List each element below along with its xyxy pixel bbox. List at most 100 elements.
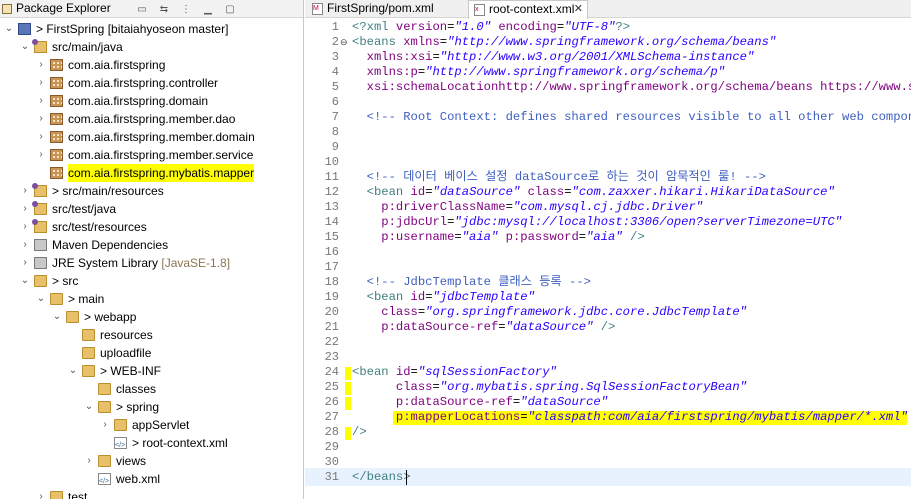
chevron-right-icon[interactable]: › <box>84 452 94 470</box>
folder-icon <box>50 491 63 499</box>
package-explorer-icon <box>2 4 12 14</box>
tab-root-context-xml[interactable]: x root-context.xml ✕ <box>468 0 588 19</box>
package-explorer-panel: Package Explorer ▭ ⇆ ⋮ ▁ ▢ ⌄ > FirstSprin… <box>0 0 304 499</box>
xml-file-icon: x <box>474 4 485 16</box>
tab-pom-xml[interactable]: M FirstSpring/pom.xml <box>307 0 465 18</box>
view-menu-icon[interactable]: ⋮ <box>178 2 194 16</box>
chevron-right-icon[interactable]: › <box>36 128 46 146</box>
code-line[interactable]: p:username="aia" p:password="aia" /> <box>352 228 644 246</box>
package-icon <box>50 149 63 161</box>
tree-item[interactable]: › > src/main/resources <box>0 182 303 200</box>
chevron-right-icon[interactable]: › <box>36 488 46 499</box>
folder-icon <box>82 329 95 341</box>
code-line[interactable]: <!-- Root Context: defines shared resour… <box>352 108 911 126</box>
line-number: 31 <box>324 470 339 484</box>
tree-item[interactable]: › src/test/resources <box>0 218 303 236</box>
chevron-right-icon[interactable]: › <box>36 92 46 110</box>
chevron-right-icon[interactable]: › <box>36 56 46 74</box>
tree-item[interactable]: ⌄ > main <box>0 290 303 308</box>
chevron-right-icon[interactable]: › <box>36 74 46 92</box>
chevron-down-icon[interactable]: ⌄ <box>36 290 46 308</box>
tree-item-label: > src <box>52 274 79 288</box>
tree-item-label: com.aia.firstspring <box>68 58 166 72</box>
tree-item[interactable]: web.xml <box>0 470 303 491</box>
tree-item[interactable]: classes <box>0 380 303 398</box>
tree-item-label: > main <box>68 292 105 306</box>
tree-item[interactable]: ⌄ > WEB-INF <box>0 362 303 380</box>
tree-item[interactable]: › com.aia.firstspring.member.service <box>0 146 303 164</box>
tree-item-label: com.aia.firstspring.mybatis.mapper <box>68 164 255 182</box>
tree-item-label: com.aia.firstspring.member.service <box>68 148 254 162</box>
editor-area: M FirstSpring/pom.xml x root-context.xml… <box>305 0 911 499</box>
chevron-right-icon[interactable]: › <box>20 218 30 236</box>
collapse-all-icon[interactable]: ▭ <box>134 2 150 16</box>
tree-item-label: > src/main/resources <box>52 184 164 198</box>
tree-item[interactable]: › JRE System Library [JavaSE-1.8] <box>0 254 303 272</box>
tree-item[interactable]: › com.aia.firstspring.domain <box>0 92 303 110</box>
tree-item[interactable]: uploadfile <box>0 344 303 362</box>
tree-item[interactable]: › appServlet <box>0 416 303 434</box>
tree-item-label: test <box>68 490 88 499</box>
link-with-editor-icon[interactable]: ⇆ <box>156 2 172 16</box>
chevron-right-icon[interactable]: › <box>20 200 30 218</box>
tree-item[interactable]: resources <box>0 326 303 344</box>
chevron-right-icon[interactable]: › <box>36 146 46 164</box>
tree-item[interactable]: ⌄ > FirstSpring [bitaiahyoseon master] <box>0 20 303 38</box>
tree-item-label: Maven Dependencies <box>52 238 169 252</box>
source-folder-icon <box>32 183 47 197</box>
chevron-down-icon[interactable]: ⌄ <box>20 38 30 56</box>
chevron-down-icon[interactable]: ⌄ <box>68 362 78 380</box>
chevron-down-icon[interactable]: ⌄ <box>84 398 94 416</box>
tree-item[interactable]: › Maven Dependencies <box>0 236 303 254</box>
package-icon <box>50 131 63 143</box>
code-line[interactable]: /> <box>352 423 367 441</box>
tree-item-label: web.xml <box>116 472 161 486</box>
folder-icon <box>82 365 95 377</box>
tree-item[interactable]: ⌄ > src <box>0 272 303 290</box>
tree-item-label: JRE System Library [JavaSE-1.8] <box>52 256 231 270</box>
tree-item[interactable]: ⌄ > webapp <box>0 308 303 326</box>
tree-item-label: > WEB-INF <box>100 364 162 378</box>
text-caret <box>406 470 407 485</box>
tree-item-label: views <box>116 454 147 468</box>
tree-item[interactable]: com.aia.firstspring.mybatis.mapper <box>0 164 303 182</box>
tree-item[interactable]: ⌄ src/main/java <box>0 38 303 56</box>
package-icon <box>50 113 63 125</box>
folder-icon <box>98 383 111 395</box>
package-icon <box>50 59 63 71</box>
tree-item[interactable]: › com.aia.firstspring <box>0 56 303 74</box>
fold-toggle-icon[interactable]: ⊖ <box>340 33 349 51</box>
package-explorer-tabbar: Package Explorer ▭ ⇆ ⋮ ▁ ▢ <box>0 0 303 18</box>
chevron-down-icon[interactable]: ⌄ <box>20 272 30 290</box>
highlight-mark <box>345 397 351 410</box>
source-folder-icon <box>32 39 47 53</box>
tree-item[interactable]: ⌄ > spring <box>0 398 303 416</box>
tree-item-label: com.aia.firstspring.member.dao <box>68 112 236 126</box>
close-icon[interactable]: ✕ <box>574 1 583 18</box>
chevron-down-icon[interactable]: ⌄ <box>52 308 62 326</box>
highlight-mark <box>345 427 351 440</box>
library-icon <box>34 257 47 269</box>
chevron-right-icon[interactable]: › <box>20 236 30 254</box>
code-line[interactable]: </beans> <box>352 468 411 486</box>
chevron-down-icon[interactable]: ⌄ <box>4 20 14 38</box>
tab-package-explorer[interactable]: Package Explorer <box>0 0 117 18</box>
tree-item[interactable]: > root-context.xml <box>0 434 303 455</box>
code-line[interactable]: p:mapperLocations="classpath:com/aia/fir… <box>352 408 908 426</box>
chevron-right-icon[interactable]: › <box>36 110 46 128</box>
chevron-right-icon[interactable]: › <box>20 182 30 200</box>
minimize-icon[interactable]: ▁ <box>200 2 216 16</box>
tree-item[interactable]: › src/test/java <box>0 200 303 218</box>
code-line[interactable]: xsi:schemaLocationhttp://www.springframe… <box>352 78 911 96</box>
tree-item[interactable]: › com.aia.firstspring.controller <box>0 74 303 92</box>
tree-item-label: com.aia.firstspring.controller <box>68 76 219 90</box>
tree-item[interactable]: › com.aia.firstspring.member.dao <box>0 110 303 128</box>
tree-item[interactable]: › test <box>0 488 303 499</box>
code-line[interactable]: p:dataSource-ref="dataSource" /> <box>352 318 615 336</box>
maximize-icon[interactable]: ▢ <box>222 2 238 16</box>
tree-item[interactable]: › com.aia.firstspring.member.domain <box>0 128 303 146</box>
chevron-right-icon[interactable]: › <box>20 254 30 272</box>
tree-item[interactable]: › views <box>0 452 303 470</box>
tree-item-label: > root-context.xml <box>132 436 228 450</box>
chevron-right-icon[interactable]: › <box>100 416 110 434</box>
